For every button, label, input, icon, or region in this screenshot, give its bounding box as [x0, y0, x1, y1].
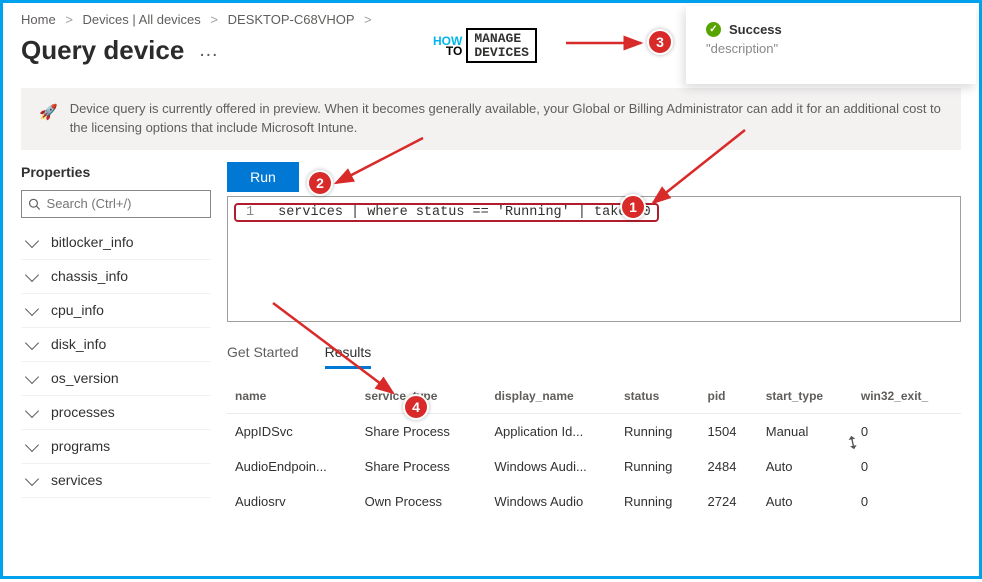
logo: HOW TO MANAGE DEVICES [433, 28, 537, 63]
chevron-down-icon [25, 370, 39, 384]
breadcrumb-item[interactable]: Home [21, 12, 56, 27]
column-display_name[interactable]: display_name [486, 379, 616, 414]
cell-status: Running [616, 413, 700, 449]
sidebar-item-processes[interactable]: processes [21, 396, 211, 430]
sidebar-item-label: chassis_info [51, 268, 128, 284]
chevron-right-icon: > [65, 12, 73, 27]
cell-win32_exit_: 0 [853, 413, 961, 449]
breadcrumb-item[interactable]: DESKTOP-C68VHOP [228, 12, 355, 27]
properties-tree: bitlocker_info chassis_info cpu_info disk_i… [21, 226, 211, 498]
annotation-badge-3: 3 [647, 29, 673, 55]
cell-display_name: Windows Audio [486, 484, 616, 519]
toast-title: Success [729, 22, 782, 37]
sidebar-item-label: processes [51, 404, 115, 420]
cell-start_type: Manual [758, 413, 853, 449]
column-pid[interactable]: pid [700, 379, 758, 414]
breadcrumb-item[interactable]: Devices | All devices [83, 12, 201, 27]
toast-description: "description" [706, 41, 956, 56]
column-name[interactable]: name [227, 379, 357, 414]
chevron-down-icon [25, 472, 39, 486]
sidebar-item-label: services [51, 472, 102, 488]
chevron-down-icon [25, 404, 39, 418]
result-tabs: Get Started Results [227, 344, 961, 369]
sidebar-item-os_version[interactable]: os_version [21, 362, 211, 396]
sidebar-item-label: disk_info [51, 336, 106, 352]
chevron-right-icon: > [210, 12, 218, 27]
column-start_type[interactable]: start_type [758, 379, 853, 414]
chevron-right-icon: > [364, 12, 372, 27]
search-input-wrapper[interactable] [21, 190, 211, 218]
info-banner: 🚀 Device query is currently offered in p… [21, 88, 961, 150]
cell-name: Audiosrv [227, 484, 357, 519]
editor-code[interactable]: services | where status == 'Running' | t… [278, 205, 651, 220]
cell-display_name: Windows Audi... [486, 449, 616, 484]
sidebar-item-label: cpu_info [51, 302, 104, 318]
cell-start_type: Auto [758, 484, 853, 519]
sidebar-item-bitlocker_info[interactable]: bitlocker_info [21, 226, 211, 260]
query-editor[interactable]: 1 services | where status == 'Running' |… [227, 196, 961, 322]
table-row[interactable]: AudiosrvOwn ProcessWindows AudioRunning2… [227, 484, 961, 519]
run-button[interactable]: Run [227, 162, 299, 192]
cell-display_name: Application Id... [486, 413, 616, 449]
cell-start_type: Auto [758, 449, 853, 484]
cell-status: Running [616, 484, 700, 519]
sidebar-item-label: os_version [51, 370, 119, 386]
sidebar-item-label: bitlocker_info [51, 234, 134, 250]
cell-pid: 2724 [700, 484, 758, 519]
tab-results[interactable]: Results [325, 344, 372, 369]
sidebar-item-programs[interactable]: programs [21, 430, 211, 464]
chevron-down-icon [25, 302, 39, 316]
cell-pid: 2484 [700, 449, 758, 484]
search-input[interactable] [47, 196, 204, 211]
column-win32_exit_[interactable]: win32_exit_ [853, 379, 961, 414]
cell-win32_exit_: 0 [853, 484, 961, 519]
cell-name: AppIDSvc [227, 413, 357, 449]
results-header-row: nameservice_typedisplay_namestatuspidsta… [227, 379, 961, 414]
search-icon [28, 197, 41, 211]
properties-sidebar: Properties bitlocker_info chassis_infocpu… [21, 162, 211, 519]
toast-success: ✓ Success "description" [686, 6, 976, 84]
cell-service_type: Share Process [357, 449, 487, 484]
annotation-badge-2: 2 [307, 170, 333, 196]
sidebar-item-chassis_info[interactable]: chassis_info [21, 260, 211, 294]
chevron-down-icon [25, 336, 39, 350]
cell-service_type: Own Process [357, 484, 487, 519]
sidebar-item-services[interactable]: services [21, 464, 211, 498]
sidebar-item-label: programs [51, 438, 110, 454]
sidebar-title: Properties [21, 164, 211, 180]
rocket-icon: 🚀 [39, 102, 58, 138]
annotation-badge-1: 1 [620, 194, 646, 220]
annotation-badge-4: 4 [403, 394, 429, 420]
chevron-down-icon [25, 234, 39, 248]
cell-status: Running [616, 449, 700, 484]
more-icon[interactable]: … [198, 39, 220, 62]
sidebar-item-cpu_info[interactable]: cpu_info [21, 294, 211, 328]
chevron-down-icon [25, 268, 39, 282]
column-status[interactable]: status [616, 379, 700, 414]
page-title: Query device [21, 35, 184, 66]
cell-win32_exit_: 0 [853, 449, 961, 484]
tab-get-started[interactable]: Get Started [227, 344, 299, 369]
cell-pid: 1504 [700, 413, 758, 449]
editor-line-number: 1 [236, 205, 264, 220]
cell-name: AudioEndpoin... [227, 449, 357, 484]
check-icon: ✓ [706, 22, 721, 37]
sidebar-item-disk_info[interactable]: disk_info [21, 328, 211, 362]
chevron-down-icon [25, 438, 39, 452]
